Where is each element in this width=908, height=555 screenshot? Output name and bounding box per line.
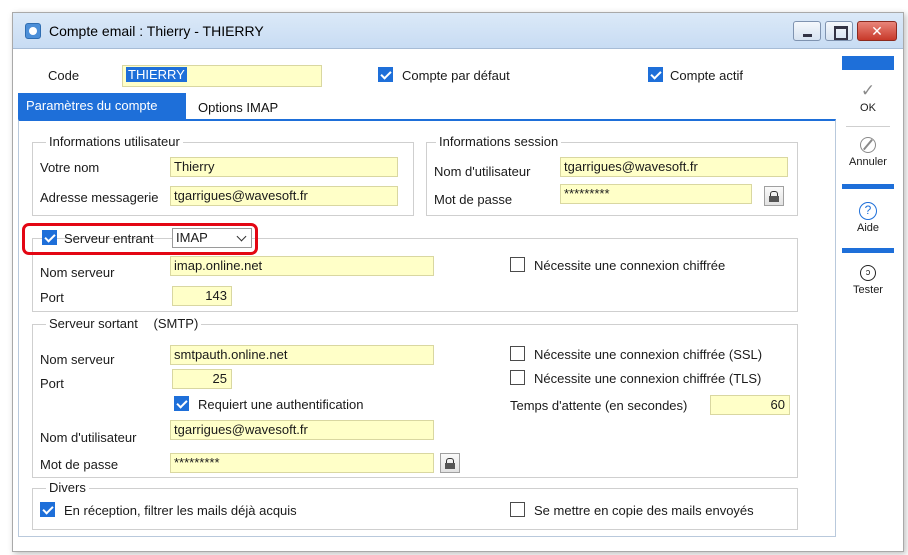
code-value: THIERRY xyxy=(126,67,187,82)
code-label: Code xyxy=(48,68,80,83)
email-label: Adresse messagerie xyxy=(40,190,159,205)
incoming-encrypted-checkbox[interactable] xyxy=(510,257,525,272)
outgoing-username-field[interactable]: tgarrigues@wavesoft.fr xyxy=(170,420,434,440)
incoming-port-field[interactable]: 143 xyxy=(172,286,232,306)
ok-button[interactable]: ✓ OK xyxy=(842,80,894,114)
side-bar-top xyxy=(842,56,894,70)
outgoing-port-field[interactable]: 25 xyxy=(172,369,232,389)
close-icon: ✕ xyxy=(871,23,883,39)
copy-sent-label: Se mettre en copie des mails envoyés xyxy=(534,503,754,518)
ssl-label: Nécessite une connexion chiffrée (SSL) xyxy=(534,347,763,362)
close-button[interactable]: ✕ xyxy=(857,21,897,41)
default-account-checkbox[interactable] xyxy=(378,67,393,82)
help-label: Aide xyxy=(856,222,880,234)
copy-sent-checkbox[interactable] xyxy=(510,502,525,517)
incoming-server-name-label: Nom serveur xyxy=(40,265,115,280)
app-icon xyxy=(25,23,41,39)
timeout-field[interactable]: 60 xyxy=(710,395,790,415)
test-button[interactable]: ↄ Tester xyxy=(842,262,894,296)
outgoing-password-label: Mot de passe xyxy=(40,457,119,472)
misc-title: Divers xyxy=(46,480,89,495)
cancel-icon xyxy=(860,137,876,153)
check-icon: ✓ xyxy=(860,81,876,100)
maximize-button[interactable] xyxy=(825,21,853,41)
minimize-button[interactable] xyxy=(793,21,821,41)
default-account-label: Compte par défaut xyxy=(402,68,510,83)
help-icon: ? xyxy=(859,202,877,220)
window-title: Compte email : Thierry - THIERRY xyxy=(49,23,264,39)
incoming-encrypted-label: Nécessite une connexion chiffrée xyxy=(534,258,726,273)
tab-imap-options[interactable]: Options IMAP xyxy=(190,97,286,119)
tls-checkbox[interactable] xyxy=(510,370,525,385)
name-field[interactable]: Thierry xyxy=(170,157,398,177)
side-bar-lower xyxy=(842,248,894,253)
cancel-label: Annuler xyxy=(849,156,887,168)
requires-auth-checkbox[interactable] xyxy=(174,396,189,411)
outgoing-show-password-button[interactable] xyxy=(440,453,460,473)
filter-mails-label: En réception, filtrer les mails déjà acq… xyxy=(64,503,297,518)
session-password-label: Mot de passe xyxy=(434,192,513,207)
session-show-password-button[interactable] xyxy=(764,186,784,206)
incoming-server-label: Serveur entrant xyxy=(64,231,154,246)
session-username-label: Nom d'utilisateur xyxy=(434,164,531,179)
incoming-protocol-value: IMAP xyxy=(176,230,208,245)
name-label: Votre nom xyxy=(40,160,100,175)
test-icon: ↄ xyxy=(860,265,876,281)
side-bar-middle xyxy=(842,184,894,189)
ok-label: OK xyxy=(860,102,876,114)
active-account-label: Compte actif xyxy=(670,68,743,83)
requires-auth-label: Requiert une authentification xyxy=(198,397,364,412)
session-info-title: Informations session xyxy=(436,134,562,149)
incoming-server-name-field[interactable]: imap.online.net xyxy=(170,256,434,276)
outgoing-password-field[interactable]: ********* xyxy=(170,453,434,473)
outgoing-server-title: Serveur sortant (SMTP) xyxy=(46,316,202,331)
help-button[interactable]: ? Aide xyxy=(842,200,894,234)
filter-mails-checkbox[interactable] xyxy=(40,502,55,517)
title-bar[interactable]: Compte email : Thierry - THIERRY ✕ xyxy=(13,13,903,49)
user-info-title: Informations utilisateur xyxy=(46,134,183,149)
outgoing-port-label: Port xyxy=(40,376,64,391)
chevron-down-icon xyxy=(236,231,247,242)
outgoing-server-name-label: Nom serveur xyxy=(40,352,115,367)
code-field[interactable]: THIERRY xyxy=(122,65,322,87)
outgoing-server-protocol: (SMTP) xyxy=(153,316,199,331)
email-field[interactable]: tgarrigues@wavesoft.fr xyxy=(170,186,398,206)
active-account-checkbox[interactable] xyxy=(648,67,663,82)
test-label: Tester xyxy=(853,284,883,296)
outgoing-username-label: Nom d'utilisateur xyxy=(40,430,137,445)
side-divider xyxy=(846,126,890,127)
session-password-field[interactable]: ********* xyxy=(560,184,752,204)
outgoing-server-name-field[interactable]: smtpauth.online.net xyxy=(170,345,434,365)
tls-label: Nécessite une connexion chiffrée (TLS) xyxy=(534,371,762,386)
incoming-protocol-select[interactable]: IMAP xyxy=(172,228,252,248)
ssl-checkbox[interactable] xyxy=(510,346,525,361)
session-username-field[interactable]: tgarrigues@wavesoft.fr xyxy=(560,157,788,177)
cancel-button[interactable]: Annuler xyxy=(842,134,894,168)
outgoing-server-title-text: Serveur sortant xyxy=(49,316,138,331)
incoming-server-checkbox[interactable] xyxy=(42,230,57,245)
tab-account-settings[interactable]: Paramètres du compte xyxy=(18,93,186,119)
timeout-label: Temps d'attente (en secondes) xyxy=(510,398,688,413)
incoming-port-label: Port xyxy=(40,290,64,305)
